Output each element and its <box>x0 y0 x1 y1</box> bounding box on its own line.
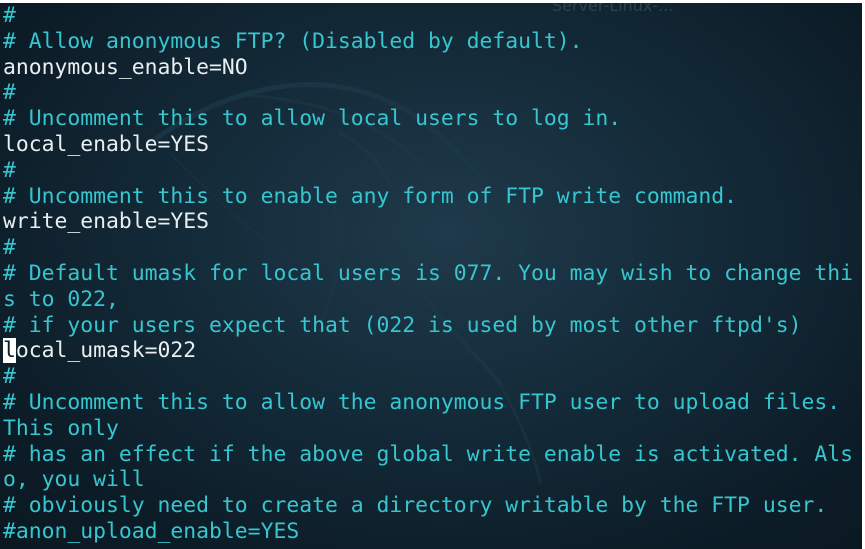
comment-line: # Uncomment this to allow the anonymous … <box>3 389 841 415</box>
config-setting-line: write_enable=YES <box>3 209 210 235</box>
comment-line: # Uncomment this to allow local users to… <box>3 106 622 132</box>
comment-line: # Uncomment this to enable any form of F… <box>3 183 738 209</box>
comment-line: # <box>3 235 16 261</box>
comment-line: # <box>3 3 16 28</box>
editor-text[interactable]: # # Allow anonymous FTP? (Disabled by def… <box>3 3 853 545</box>
config-setting-line: local_umask=022 <box>3 338 853 364</box>
comment-line: # <box>3 364 16 390</box>
terminal-window[interactable]: Server-Linux-... # # Allow anonymous FTP?… <box>0 3 865 549</box>
comment-line: # if your users expect that (022 is used… <box>3 312 802 338</box>
comment-line: # has an effect if the above global writ… <box>3 441 853 467</box>
comment-line: # <box>3 80 16 106</box>
comment-line: # Allow anonymous FTP? (Disabled by defa… <box>3 28 583 54</box>
comment-line: # <box>3 157 16 183</box>
comment-line: s to 022, <box>3 286 119 312</box>
config-setting-line: anonymous_enable=NO <box>3 54 248 80</box>
comment-line: # Default umask for local users is 077. … <box>3 260 853 286</box>
comment-line: This only <box>3 415 119 441</box>
line-text: ocal_umask=022 <box>15 338 197 364</box>
config-setting-line: local_enable=YES <box>3 131 210 157</box>
comment-line: o, you will <box>3 467 145 493</box>
comment-line: # obviously need to create a directory w… <box>3 493 828 519</box>
comment-line: #anon_upload_enable=YES <box>3 518 300 544</box>
text-cursor: l <box>3 338 16 364</box>
